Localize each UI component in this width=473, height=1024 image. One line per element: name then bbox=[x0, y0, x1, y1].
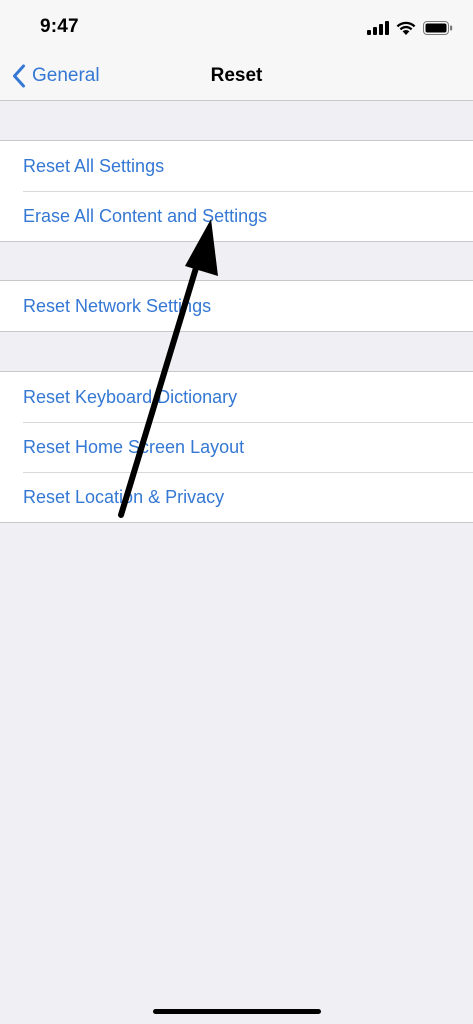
reset-network-settings-label: Reset Network Settings bbox=[23, 295, 212, 316]
back-button[interactable]: General bbox=[12, 62, 100, 90]
reset-home-screen-layout-label: Reset Home Screen Layout bbox=[23, 436, 245, 457]
reset-all-settings-item[interactable]: Reset All Settings bbox=[0, 141, 473, 191]
reset-keyboard-dictionary-item[interactable]: Reset Keyboard Dictionary bbox=[0, 372, 473, 422]
reset-location-privacy-label: Reset Location & Privacy bbox=[23, 486, 225, 507]
reset-location-privacy-item[interactable]: Reset Location & Privacy bbox=[0, 472, 473, 522]
erase-all-content-item[interactable]: Erase All Content and Settings bbox=[0, 191, 473, 241]
status-time: 9:47 bbox=[40, 16, 79, 37]
chevron-left-icon bbox=[13, 64, 25, 88]
reset-keyboard-dictionary-label: Reset Keyboard Dictionary bbox=[23, 386, 238, 407]
reset-home-screen-layout-item[interactable]: Reset Home Screen Layout bbox=[0, 422, 473, 472]
reset-all-settings-label: Reset All Settings bbox=[23, 155, 165, 176]
status-bar: 9:47 bbox=[0, 0, 473, 52]
home-indicator[interactable] bbox=[153, 1009, 321, 1014]
reset-network-settings-item[interactable]: Reset Network Settings bbox=[0, 281, 473, 331]
settings-group-other-reset: Reset Keyboard Dictionary Reset Home Scr… bbox=[0, 371, 473, 523]
cellular-signal-icon bbox=[367, 21, 389, 35]
status-icons bbox=[367, 18, 453, 38]
settings-group-general-reset: Reset All Settings Erase All Content and… bbox=[0, 140, 473, 242]
erase-all-content-label: Erase All Content and Settings bbox=[23, 205, 268, 226]
battery-icon bbox=[423, 21, 453, 35]
navigation-bar: Reset General bbox=[0, 52, 473, 101]
settings-group-network: Reset Network Settings bbox=[0, 280, 473, 332]
back-button-label: General bbox=[32, 65, 100, 86]
wifi-icon bbox=[396, 21, 416, 35]
